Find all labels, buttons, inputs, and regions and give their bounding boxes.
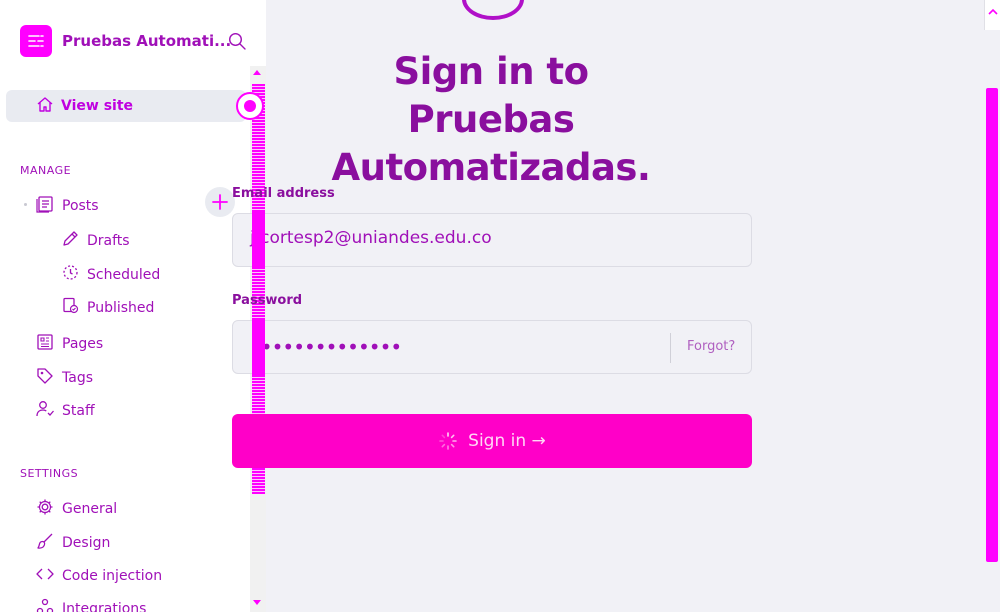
scroll-up-arrow-icon[interactable] [253, 70, 261, 75]
new-post-button[interactable] [205, 187, 235, 217]
overlay-stripe [252, 212, 265, 268]
nav-integrations-label: Integrations [62, 601, 147, 612]
password-divider [670, 333, 671, 363]
nav-tags-label: Tags [62, 370, 93, 386]
nav-drafts-label: Drafts [87, 232, 130, 249]
password-field[interactable]: •••••••••••••• Forgot? [232, 320, 752, 374]
brand[interactable]: Pruebas Automati... [20, 25, 231, 57]
password-value: •••••••••••••• [250, 335, 402, 359]
pages-icon [36, 333, 62, 355]
nav-staff[interactable]: Staff [36, 400, 95, 422]
plus-icon [212, 194, 228, 210]
nav-general-label: General [62, 501, 118, 517]
published-icon [62, 297, 87, 318]
nav-posts[interactable]: Posts [36, 195, 99, 217]
email-label: Email address [232, 186, 335, 201]
nav-view-site[interactable]: View site [6, 90, 246, 122]
sidebar: Pruebas Automati... View site MANAGE Pos… [0, 0, 266, 612]
code-icon [36, 565, 62, 587]
nav-general[interactable]: General [36, 498, 117, 520]
nav-tags[interactable]: Tags [36, 367, 93, 389]
nav-design-label: Design [62, 535, 111, 551]
posts-expand-toggle[interactable] [24, 203, 27, 206]
spinner-icon [439, 432, 457, 450]
clock-icon [62, 264, 87, 285]
nav-pages-label: Pages [62, 336, 104, 352]
section-manage: MANAGE [20, 164, 72, 177]
brand-logo [20, 25, 52, 57]
nav-scheduled-label: Scheduled [87, 266, 161, 283]
scroll-down-arrow-icon[interactable] [253, 600, 261, 605]
site-logo [462, 0, 524, 20]
nav-staff-label: Staff [62, 403, 95, 419]
nav-published-label: Published [87, 299, 155, 316]
search-icon[interactable] [228, 32, 246, 50]
site-title: Pruebas Automati... [62, 32, 232, 50]
page-title: Sign in to Pruebas Automatizadas. [331, 50, 651, 189]
nav-code-injection-label: Code injection [62, 568, 163, 584]
forgot-password-link[interactable]: Forgot? [687, 339, 735, 354]
nav-drafts[interactable]: Drafts [62, 230, 130, 251]
nav-view-site-label: View site [61, 98, 134, 114]
page-scrollbar-thumb[interactable] [986, 88, 998, 562]
nav-published[interactable]: Published [62, 297, 154, 318]
home-icon [36, 96, 54, 116]
nav-code-injection[interactable]: Code injection [36, 565, 162, 587]
password-label: Password [232, 293, 303, 308]
page-scroll-up[interactable] [984, 0, 1000, 30]
tag-icon [36, 367, 62, 389]
nav-design[interactable]: Design [36, 532, 110, 554]
sidebar-toggle-handle[interactable] [236, 92, 264, 120]
toggle-dot-icon [244, 100, 256, 112]
nav-pages[interactable]: Pages [36, 333, 103, 355]
staff-icon [36, 400, 62, 422]
gear-icon [36, 498, 62, 520]
overlay-stripe [252, 319, 265, 375]
nav-posts-label: Posts [62, 198, 99, 214]
email-value: j.cortesp2@uniandes.edu.co [250, 228, 492, 248]
scroll-up-arrow-icon [988, 8, 998, 15]
email-field[interactable]: j.cortesp2@uniandes.edu.co [232, 213, 752, 267]
nav-scheduled[interactable]: Scheduled [62, 264, 160, 285]
posts-icon [36, 195, 62, 217]
pencil-icon [62, 230, 87, 251]
nav-integrations[interactable]: Integrations [36, 598, 146, 612]
brush-icon [36, 532, 62, 554]
sign-in-button[interactable]: Sign in → [232, 414, 752, 468]
sign-in-label: Sign in → [468, 431, 546, 451]
section-settings: SETTINGS [20, 467, 79, 480]
integrations-icon [36, 598, 62, 612]
